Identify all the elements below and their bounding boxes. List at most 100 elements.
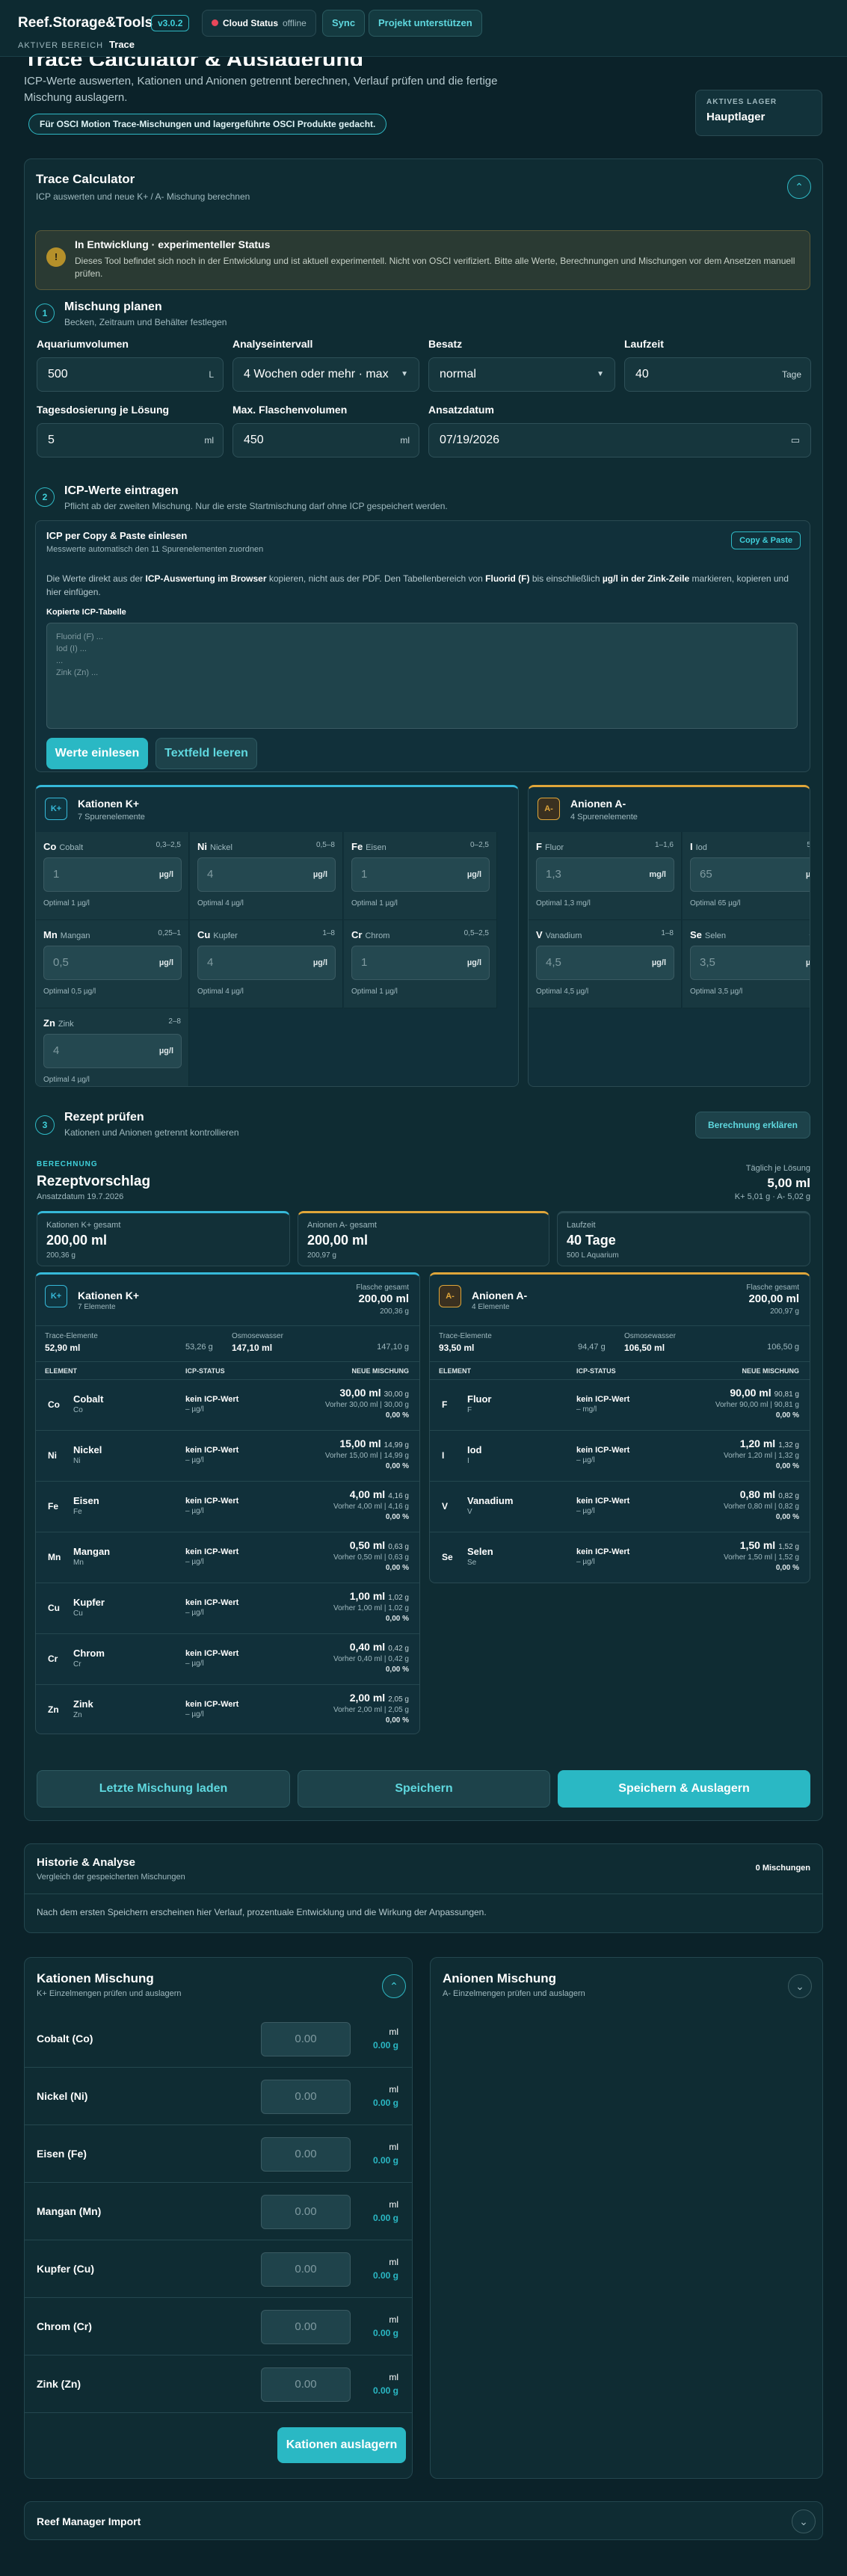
recipe-row: F Fluor Fkein ICP-Wert – mg/l 90,00 ml 90,81 …: [430, 1379, 810, 1430]
mix-row: Mangan (Mn) 0.00 ml 0.00 g: [25, 2183, 412, 2240]
explain-calculation-button[interactable]: Berechnung erklären: [695, 1112, 810, 1138]
ion-label: Se Selen: [690, 929, 726, 940]
mix-amount-input[interactable]: 0.00: [261, 2252, 351, 2287]
ion-label: Co Cobalt: [43, 841, 83, 852]
mix-g: 14,99 g: [384, 1441, 409, 1449]
step-3-title: Rezept prüfen: [64, 1111, 144, 1124]
read-values-button[interactable]: Werte einlesen: [46, 738, 148, 769]
element-symbol: I: [442, 1450, 445, 1461]
ion-range: 0,3–2,5: [155, 841, 181, 849]
ion-symbol: Cr: [351, 929, 363, 940]
new-mix-values: 0,80 ml 0,82 g Vorher 0,80 ml | 0,82 g 0,00…: [724, 1489, 799, 1523]
ion-value-input[interactable]: 4,5 µg/l: [536, 946, 674, 980]
summary-label: Kationen K+ gesamt: [46, 1221, 121, 1230]
save-and-remove-button[interactable]: Speichern & Auslagern: [558, 1770, 810, 1808]
ion-name: Cobalt: [59, 843, 84, 852]
icp-status-text: kein ICP-Wert: [576, 1547, 630, 1556]
besatz-select[interactable]: normal ▼: [428, 357, 615, 392]
ion-value-input[interactable]: 3,5 µg/l: [690, 946, 810, 980]
support-button[interactable]: Projekt unterstützen: [369, 10, 482, 37]
field-label-besatz: Besatz: [428, 338, 463, 350]
collapse-cations-mix-button[interactable]: ⌃: [382, 1974, 406, 1998]
aquarium-volume-unit: L: [209, 369, 214, 380]
ion-symbol: Fe: [351, 841, 363, 852]
mix-unit-ml: ml: [389, 2257, 398, 2267]
ion-value-input[interactable]: 4 µg/l: [197, 857, 336, 892]
recipe-row: V Vanadium Vkein ICP-Wert – µg/l 0,80 ml 0,82…: [430, 1481, 810, 1532]
ion-placeholder: 0,5: [53, 956, 69, 969]
mix-previous: Vorher 0,40 ml | 0,42 g: [333, 1655, 409, 1663]
header-element: ELEMENT: [439, 1367, 472, 1375]
save-button[interactable]: Speichern: [298, 1770, 550, 1808]
reef-manager-import-card[interactable]: Reef Manager Import ⌄: [24, 2501, 823, 2540]
mix-ml: 4,00 ml: [349, 1488, 386, 1500]
aquarium-volume-input[interactable]: 500 L: [37, 357, 224, 392]
mix-amount: 0,40 ml 0,42 g: [333, 1642, 409, 1654]
cations-mix-title: Kationen Mischung: [37, 1971, 154, 1985]
max-bottle-unit: ml: [400, 435, 410, 446]
bottle-value: 200,00 ml: [358, 1292, 409, 1305]
cations-remove-button[interactable]: Kationen auslagern: [277, 2427, 406, 2463]
icp-status: kein ICP-Wert – mg/l: [576, 1395, 629, 1414]
cations-input-panel: K+ Kationen K+ 7 Spurenelemente Co Cobalt…: [35, 785, 519, 1087]
ion-value-input[interactable]: 1,3 mg/l: [536, 857, 674, 892]
field-label-volume: Aquariumvolumen: [37, 338, 129, 350]
mix-amount-input[interactable]: 0.00: [261, 2080, 351, 2114]
active-storage-label: AKTIVES LAGER: [706, 98, 777, 106]
ion-value-input[interactable]: 4 µg/l: [197, 946, 336, 980]
mix-amount-input[interactable]: 0.00: [261, 2195, 351, 2229]
element-name-sub: Mn: [73, 1559, 84, 1567]
analysis-interval-select[interactable]: 4 Wochen oder mehr · max ▼: [232, 357, 419, 392]
element-name-text: Mangan: [73, 1546, 111, 1557]
ion-range: 2–8: [168, 1017, 181, 1026]
runtime-value: 40: [635, 368, 649, 380]
icp-paste-textarea[interactable]: Fluorid (F) ... Iod (I) ... ... Zink (Zn…: [46, 623, 798, 729]
load-last-mix-button[interactable]: Letzte Mischung laden: [37, 1770, 290, 1808]
ion-value-input[interactable]: 1 µg/l: [43, 857, 182, 892]
ion-label: I Iod: [690, 841, 707, 852]
header-element: ELEMENT: [45, 1367, 78, 1375]
max-bottle-input[interactable]: 450 ml: [232, 423, 419, 457]
history-title: Historie & Analyse: [37, 1856, 135, 1869]
expand-anions-mix-button[interactable]: ⌄: [788, 1974, 812, 1998]
ion-range: 50–90: [807, 841, 810, 849]
ion-value-input[interactable]: 65 µg/l: [690, 857, 810, 892]
recipe-title: Rezeptvorschlag: [37, 1174, 151, 1189]
ion-label: Zn Zink: [43, 1017, 74, 1029]
sync-button[interactable]: Sync: [322, 10, 366, 37]
history-count: 0 Mischungen: [755, 1864, 810, 1873]
cations-mix-subtitle: K+ Einzelmengen prüfen und auslagern: [37, 1989, 182, 1998]
ion-optimal: Optimal 1 µg/l: [351, 899, 398, 908]
mix-amount-input[interactable]: 0.00: [261, 2137, 351, 2172]
element-name-text: Iod: [467, 1444, 482, 1455]
mix-row-label: Cobalt (Co): [37, 2033, 93, 2045]
expand-import-button[interactable]: ⌄: [792, 2509, 816, 2533]
clear-textarea-button[interactable]: Textfeld leeren: [155, 738, 257, 769]
runtime-input[interactable]: 40 Tage: [624, 357, 811, 392]
start-date-input[interactable]: 07/19/2026 ▭: [428, 423, 811, 457]
mix-amount-input[interactable]: 0.00: [261, 2022, 351, 2056]
ion-unit: µg/l: [312, 870, 327, 879]
mix-ml: 0,40 ml: [349, 1641, 386, 1653]
active-storage-box[interactable]: AKTIVES LAGER Hauptlager: [695, 90, 822, 136]
recipe-row: Cu Kupfer Cu kein ICP-Wert – µg/l 1,00 ml 1,02…: [36, 1583, 419, 1633]
mix-amount-input[interactable]: 0.00: [261, 2310, 351, 2344]
daily-dose-input[interactable]: 5 ml: [37, 423, 224, 457]
mix-amount-input[interactable]: 0.00: [261, 2367, 351, 2402]
ion-value-input[interactable]: 0,5 µg/l: [43, 946, 182, 980]
step-3-subtitle: Kationen und Anionen getrennt kontrollie…: [64, 1127, 239, 1138]
osmo-label: Osmosewasser: [232, 1332, 283, 1340]
ion-value-input[interactable]: 4 µg/l: [43, 1034, 182, 1068]
element-symbol: Mn: [48, 1552, 61, 1562]
element-name: Selen Se: [467, 1546, 493, 1567]
ion-name: Fluor: [544, 843, 564, 852]
mix-g: 0,82 g: [778, 1492, 799, 1500]
mix-unit-ml: ml: [389, 2142, 398, 2152]
ion-unit: µg/l: [158, 1047, 173, 1056]
ion-value-input[interactable]: 1 µg/l: [351, 946, 490, 980]
collapse-calc-button[interactable]: ⌃: [787, 175, 811, 199]
osmo-value: 106,50 ml: [624, 1343, 665, 1353]
cloud-status[interactable]: Cloud Status offline: [202, 10, 316, 37]
cations-title: Kationen K+: [78, 798, 140, 810]
ion-value-input[interactable]: 1 µg/l: [351, 857, 490, 892]
